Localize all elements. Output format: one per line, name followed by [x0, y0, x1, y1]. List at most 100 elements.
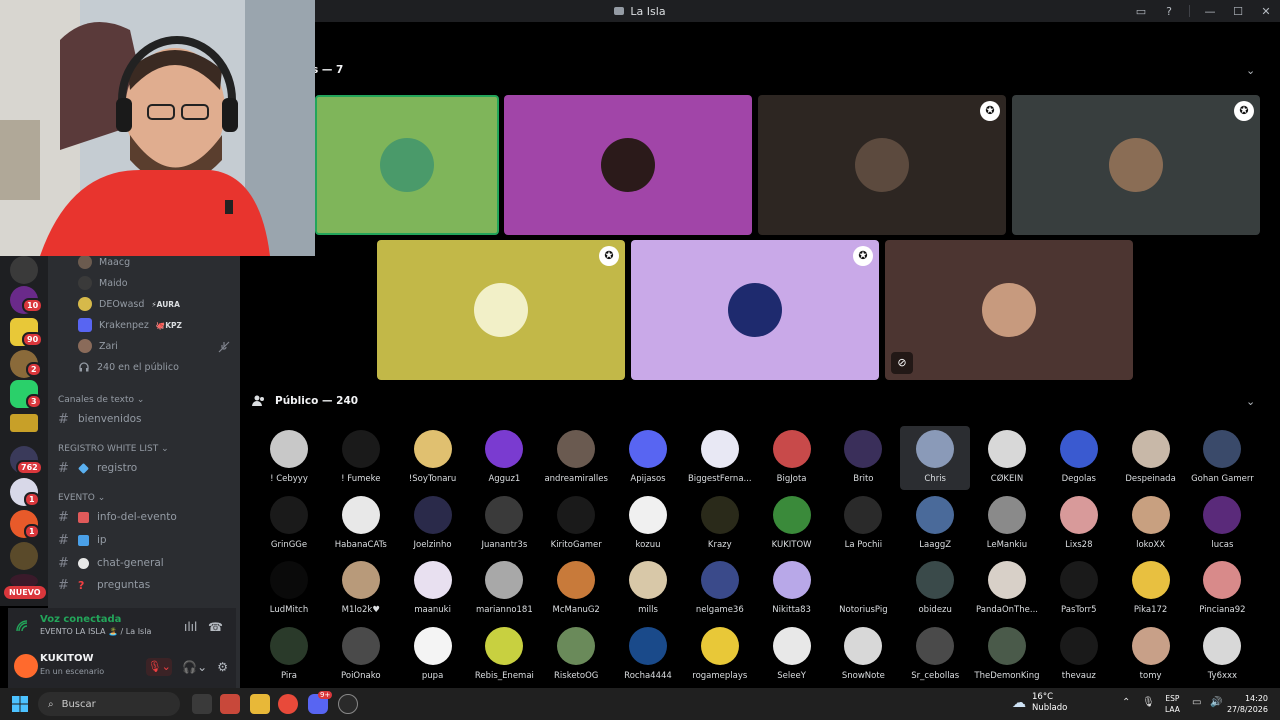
maximize-button[interactable]: ☐: [1224, 5, 1252, 18]
audience-member[interactable]: obidezu: [900, 557, 970, 621]
audience-member[interactable]: GrinGGe: [254, 492, 324, 556]
username[interactable]: KUKITOW: [40, 653, 94, 664]
windows-start-icon[interactable]: [12, 696, 28, 712]
speaker-tile[interactable]: [504, 95, 752, 235]
audience-member[interactable]: HabanaCATs: [326, 492, 396, 556]
server-icon[interactable]: [10, 414, 38, 432]
audience-member[interactable]: maanuki: [398, 557, 468, 621]
speaker-tile[interactable]: ⊘: [885, 240, 1133, 380]
gear-icon[interactable]: ⚙: [217, 660, 228, 674]
audience-member[interactable]: thevauz: [1044, 623, 1114, 687]
mic-muted-icon[interactable]: 🎙⌄: [146, 658, 173, 676]
audience-member[interactable]: PandaOnThe...: [972, 557, 1042, 621]
audience-member[interactable]: pupa: [398, 623, 468, 687]
audience-member[interactable]: tomy: [1116, 623, 1186, 687]
soundboard-icon[interactable]: ılıl: [184, 620, 197, 634]
microphone-icon[interactable]: 🎙: [1142, 697, 1155, 708]
disconnect-icon[interactable]: ☎: [208, 620, 223, 634]
network-icon[interactable]: ▭: [1192, 697, 1201, 708]
minimize-button[interactable]: —: [1196, 5, 1224, 18]
audience-member[interactable]: kozuu: [613, 492, 683, 556]
close-button[interactable]: ✕: [1252, 5, 1280, 18]
audience-member[interactable]: McManuG2: [541, 557, 611, 621]
audience-member[interactable]: Pika172: [1116, 557, 1186, 621]
help-icon[interactable]: ?: [1155, 5, 1183, 18]
channel-bienvenidos[interactable]: # bienvenidos: [58, 409, 142, 429]
audience-member[interactable]: La Pochii: [828, 492, 898, 556]
audience-member[interactable]: M1lo2k♥: [326, 557, 396, 621]
voice-member[interactable]: Maido: [78, 273, 128, 293]
audience-member[interactable]: Rocha4444: [613, 623, 683, 687]
server-icon[interactable]: [10, 542, 38, 570]
volume-icon[interactable]: 🔊: [1210, 697, 1222, 708]
audience-member[interactable]: rogameplays: [685, 623, 755, 687]
audience-member[interactable]: Chris: [900, 426, 971, 490]
audience-member[interactable]: nelgame36: [685, 557, 755, 621]
audience-member[interactable]: LeMankiu: [972, 492, 1042, 556]
audience-member[interactable]: BiggestFerna...: [685, 426, 755, 490]
channel-preguntas[interactable]: # ? preguntas: [58, 575, 150, 595]
audience-member[interactable]: RisketoOG: [541, 623, 611, 687]
audience-member[interactable]: TheDemonKing: [972, 623, 1042, 687]
audience-member[interactable]: ! Cebyyy: [254, 426, 324, 490]
audience-member[interactable]: Pinciana92: [1187, 557, 1257, 621]
audience-member[interactable]: marianno181: [469, 557, 539, 621]
audience-member[interactable]: ! Fumeke: [326, 426, 396, 490]
audience-member[interactable]: Apijasos: [613, 426, 683, 490]
audience-member[interactable]: andreamiralles: [541, 426, 611, 490]
channel-registro[interactable]: # registro: [58, 458, 137, 478]
audience-count-row[interactable]: 240 en el público: [78, 357, 179, 377]
audience-member[interactable]: mills: [613, 557, 683, 621]
audience-member[interactable]: Juanantr3s: [469, 492, 539, 556]
channel-info-del-evento[interactable]: # info-del-evento: [58, 507, 177, 527]
task-view-icon[interactable]: [192, 694, 212, 714]
audience-member[interactable]: Degolas: [1044, 426, 1114, 490]
audience-member[interactable]: Lixs28: [1044, 492, 1114, 556]
audience-member[interactable]: Sr_cebollas: [900, 623, 970, 687]
audience-member[interactable]: Rebis_Enemai: [469, 623, 539, 687]
avatar[interactable]: [14, 654, 38, 678]
category-registro[interactable]: REGISTRO WHITE LIST ⌄: [58, 444, 169, 454]
language-indicator[interactable]: ESP LAA: [1165, 693, 1180, 715]
chevron-down-icon[interactable]: ⌄: [1246, 64, 1255, 77]
file-explorer-icon[interactable]: [250, 694, 270, 714]
audience-member[interactable]: Ty6xxx: [1187, 623, 1257, 687]
voice-status[interactable]: Voz conectada EVENTO LA ISLA 🏝️ / La Isl…: [40, 614, 151, 636]
category-evento[interactable]: EVENTO ⌄: [58, 493, 105, 503]
category-text-channels[interactable]: Canales de texto ⌄: [58, 395, 144, 405]
channel-chat-general[interactable]: # chat-general: [58, 553, 164, 573]
weather-widget[interactable]: ☁ 16°C Nublado: [1012, 692, 1067, 714]
clock[interactable]: 14:20 27/8/2026: [1227, 693, 1268, 715]
audience-member[interactable]: Despeinada: [1116, 426, 1186, 490]
audience-member[interactable]: SnowNote: [828, 623, 898, 687]
signal-icon[interactable]: [16, 620, 28, 632]
audience-member[interactable]: KiritoGamer: [541, 492, 611, 556]
audience-member[interactable]: NotoriusPig: [828, 557, 898, 621]
audience-member[interactable]: LaaggZ: [900, 492, 970, 556]
audience-member[interactable]: Nikitta83: [757, 557, 827, 621]
speaker-tile[interactable]: ✪: [631, 240, 879, 380]
chevron-up-icon[interactable]: ⌃: [1122, 697, 1130, 708]
server-icon[interactable]: [10, 256, 38, 284]
speaker-tile[interactable]: ✪: [377, 240, 625, 380]
headphones-icon[interactable]: 🎧⌄: [182, 660, 207, 674]
audience-member[interactable]: LudMitch: [254, 557, 324, 621]
audience-member[interactable]: Krazy: [685, 492, 755, 556]
speaker-tile[interactable]: ✪: [1012, 95, 1260, 235]
audience-member[interactable]: lokoXX: [1116, 492, 1186, 556]
audience-member[interactable]: lucas: [1187, 492, 1257, 556]
audience-member[interactable]: PoiOnako: [326, 623, 396, 687]
chevron-down-icon[interactable]: ⌄: [1246, 395, 1255, 408]
audience-member[interactable]: BigJota: [757, 426, 827, 490]
speaker-tile[interactable]: [315, 95, 499, 235]
voice-member[interactable]: DEOwasd ⚡AURA: [78, 294, 180, 314]
speaker-tile[interactable]: ✪: [758, 95, 1006, 235]
audience-member[interactable]: PasTorr5: [1044, 557, 1114, 621]
audience-member[interactable]: Brito: [828, 426, 898, 490]
inbox-icon[interactable]: ▭: [1127, 5, 1155, 18]
app-icon[interactable]: [220, 694, 240, 714]
audience-member[interactable]: KUKITOW: [757, 492, 827, 556]
audience-member[interactable]: Agguz1: [469, 426, 539, 490]
taskbar-search[interactable]: ⌕ Buscar: [38, 692, 180, 716]
audience-member[interactable]: Joelzinho: [398, 492, 468, 556]
